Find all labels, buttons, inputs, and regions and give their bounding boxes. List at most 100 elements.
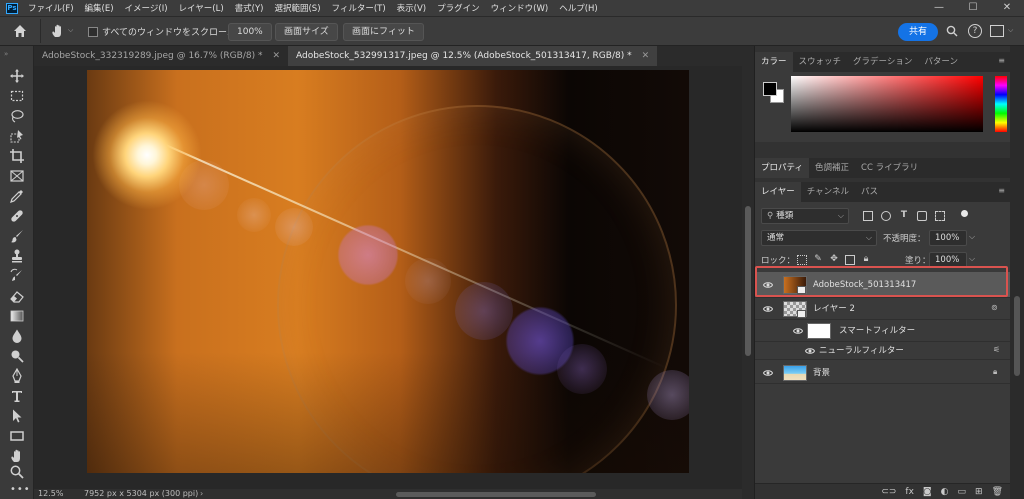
- filter-toggle-icon[interactable]: [961, 210, 968, 217]
- foreground-color-swatch[interactable]: [763, 82, 777, 96]
- search-icon[interactable]: [946, 25, 958, 37]
- frame-tool-icon[interactable]: [9, 168, 25, 184]
- panel-menu-icon[interactable]: ≡: [998, 186, 1005, 195]
- visibility-eye-icon[interactable]: [762, 304, 774, 314]
- healing-brush-tool-icon[interactable]: [9, 208, 25, 224]
- delete-layer-icon[interactable]: 🗑︎: [992, 487, 1003, 497]
- tab-layers[interactable]: レイヤー: [755, 182, 801, 202]
- menu-type[interactable]: 書式(Y): [235, 2, 264, 14]
- eraser-tool-icon[interactable]: [9, 288, 25, 304]
- menu-select[interactable]: 選択範囲(S): [274, 2, 320, 14]
- fill-screen-button[interactable]: 画面にフィット: [343, 23, 424, 41]
- tab-document-2[interactable]: AdobeStock_532991317.jpeg @ 12.5% (Adobe…: [288, 46, 658, 66]
- menu-help[interactable]: ヘルプ(H): [559, 2, 598, 14]
- visibility-eye-icon[interactable]: [792, 326, 804, 336]
- menu-view[interactable]: 表示(V): [397, 2, 426, 14]
- layer-filter-dropdown[interactable]: ⚲ 種類 ⌵: [761, 208, 849, 224]
- tab-color[interactable]: カラー: [755, 52, 793, 72]
- marquee-tool-icon[interactable]: [9, 88, 25, 104]
- adjustment-layer-icon[interactable]: ◐: [941, 487, 949, 497]
- tab-paths[interactable]: パス: [855, 182, 884, 202]
- hue-slider[interactable]: [995, 76, 1007, 132]
- zoom-level[interactable]: 12.5%: [38, 489, 63, 499]
- history-brush-tool-icon[interactable]: [9, 268, 25, 284]
- fx-button[interactable]: fx: [905, 487, 914, 497]
- vertical-scrollbar[interactable]: [742, 66, 754, 499]
- lock-transparent-icon[interactable]: [797, 255, 807, 265]
- pixel-filter-icon[interactable]: [863, 211, 873, 221]
- menu-filter[interactable]: フィルター(T): [332, 2, 386, 14]
- zoom-tool-icon[interactable]: [9, 464, 25, 480]
- opacity-input[interactable]: 100%: [929, 230, 967, 246]
- chevron-down-icon[interactable]: ⌵: [68, 26, 73, 35]
- link-layers-icon[interactable]: ⊂⊃: [881, 487, 896, 497]
- close-window-button[interactable]: ✕: [990, 0, 1024, 16]
- maximize-button[interactable]: ☐: [956, 0, 990, 16]
- menu-window[interactable]: ウィンドウ(W): [491, 2, 549, 14]
- visibility-eye-icon[interactable]: [762, 368, 774, 378]
- lock-all-icon[interactable]: 🔒︎: [861, 254, 871, 264]
- smart-filters-row[interactable]: スマートフィルター: [755, 320, 1011, 342]
- document-image[interactable]: [87, 70, 689, 473]
- filter-mask-thumbnail[interactable]: [807, 323, 831, 339]
- tab-gradients[interactable]: グラデーション: [847, 52, 918, 72]
- layer-row-layer2[interactable]: レイヤー 2 ⊚: [755, 298, 1011, 320]
- workspace-icon[interactable]: [990, 25, 1004, 37]
- eyedropper-tool-icon[interactable]: [9, 188, 25, 204]
- adjustment-filter-icon[interactable]: [881, 211, 891, 221]
- lock-position-icon[interactable]: ✥: [829, 254, 839, 264]
- type-filter-icon[interactable]: T: [899, 210, 909, 220]
- tab-adjustments[interactable]: 色調補正: [809, 158, 855, 178]
- panel-scroll-strip[interactable]: [1010, 46, 1024, 499]
- menu-image[interactable]: イメージ(I): [125, 2, 168, 14]
- more-tools-icon[interactable]: •••: [10, 484, 31, 495]
- tab-properties[interactable]: プロパティ: [755, 158, 809, 178]
- dodge-tool-icon[interactable]: [9, 348, 25, 364]
- minimize-button[interactable]: —: [922, 0, 956, 16]
- color-picker-field[interactable]: [791, 76, 983, 132]
- neural-filter-row[interactable]: ニューラルフィルター ⚟: [755, 342, 1011, 360]
- hand-tool-icon[interactable]: [9, 448, 25, 464]
- visibility-eye-icon[interactable]: [804, 346, 816, 356]
- tab-document-1[interactable]: AdobeStock_332319289.jpeg @ 16.7% (RGB/8…: [34, 46, 288, 66]
- horizontal-scroll-thumb[interactable]: [396, 492, 596, 497]
- workspace-chevron-icon[interactable]: ⌵: [1008, 26, 1013, 35]
- scroll-all-checkbox[interactable]: [88, 27, 98, 37]
- chevron-down-icon[interactable]: ⌵: [969, 254, 975, 264]
- zoom-100-button[interactable]: 100%: [228, 23, 272, 41]
- status-arrow-icon[interactable]: ›: [200, 489, 203, 499]
- gradient-tool-icon[interactable]: [9, 308, 25, 324]
- menu-edit[interactable]: 編集(E): [85, 2, 114, 14]
- menu-file[interactable]: ファイル(F): [28, 2, 74, 14]
- home-icon[interactable]: [12, 23, 28, 39]
- path-select-tool-icon[interactable]: [9, 408, 25, 424]
- hand-tool-icon[interactable]: [50, 23, 66, 39]
- lock-brush-icon[interactable]: ✎: [813, 254, 823, 264]
- type-tool-icon[interactable]: [9, 388, 25, 404]
- lock-icon[interactable]: 🔒︎: [993, 367, 1003, 377]
- fit-screen-button[interactable]: 画面サイズ: [275, 23, 338, 41]
- shape-filter-icon[interactable]: [917, 211, 927, 221]
- brush-tool-icon[interactable]: [9, 228, 25, 244]
- close-icon[interactable]: ✕: [272, 51, 280, 61]
- tab-patterns[interactable]: パターン: [918, 52, 964, 72]
- add-mask-icon[interactable]: ◙: [923, 487, 932, 497]
- smart-filter-indicator-icon[interactable]: ⊚: [991, 303, 1001, 313]
- share-button[interactable]: 共有: [898, 23, 938, 41]
- panel-scroll-thumb[interactable]: [1014, 296, 1020, 376]
- tab-channels[interactable]: チャンネル: [801, 182, 855, 202]
- help-icon[interactable]: ?: [968, 24, 982, 38]
- menu-layer[interactable]: レイヤー(L): [179, 2, 224, 14]
- chevron-down-icon[interactable]: ⌵: [969, 232, 975, 242]
- rectangle-tool-icon[interactable]: [9, 428, 25, 444]
- smart-object-filter-icon[interactable]: [935, 211, 945, 221]
- layer-row-background[interactable]: 背景 🔒︎: [755, 362, 1011, 384]
- canvas-area[interactable]: [34, 66, 742, 489]
- new-group-icon[interactable]: ▭: [958, 487, 967, 497]
- collapse-icon[interactable]: »: [4, 50, 8, 58]
- tab-libraries[interactable]: CC ライブラリ: [855, 158, 924, 178]
- new-layer-icon[interactable]: ⊞: [975, 487, 983, 497]
- blur-tool-icon[interactable]: [9, 328, 25, 344]
- menu-plugins[interactable]: プラグイン: [437, 2, 480, 14]
- pen-tool-icon[interactable]: [9, 368, 25, 384]
